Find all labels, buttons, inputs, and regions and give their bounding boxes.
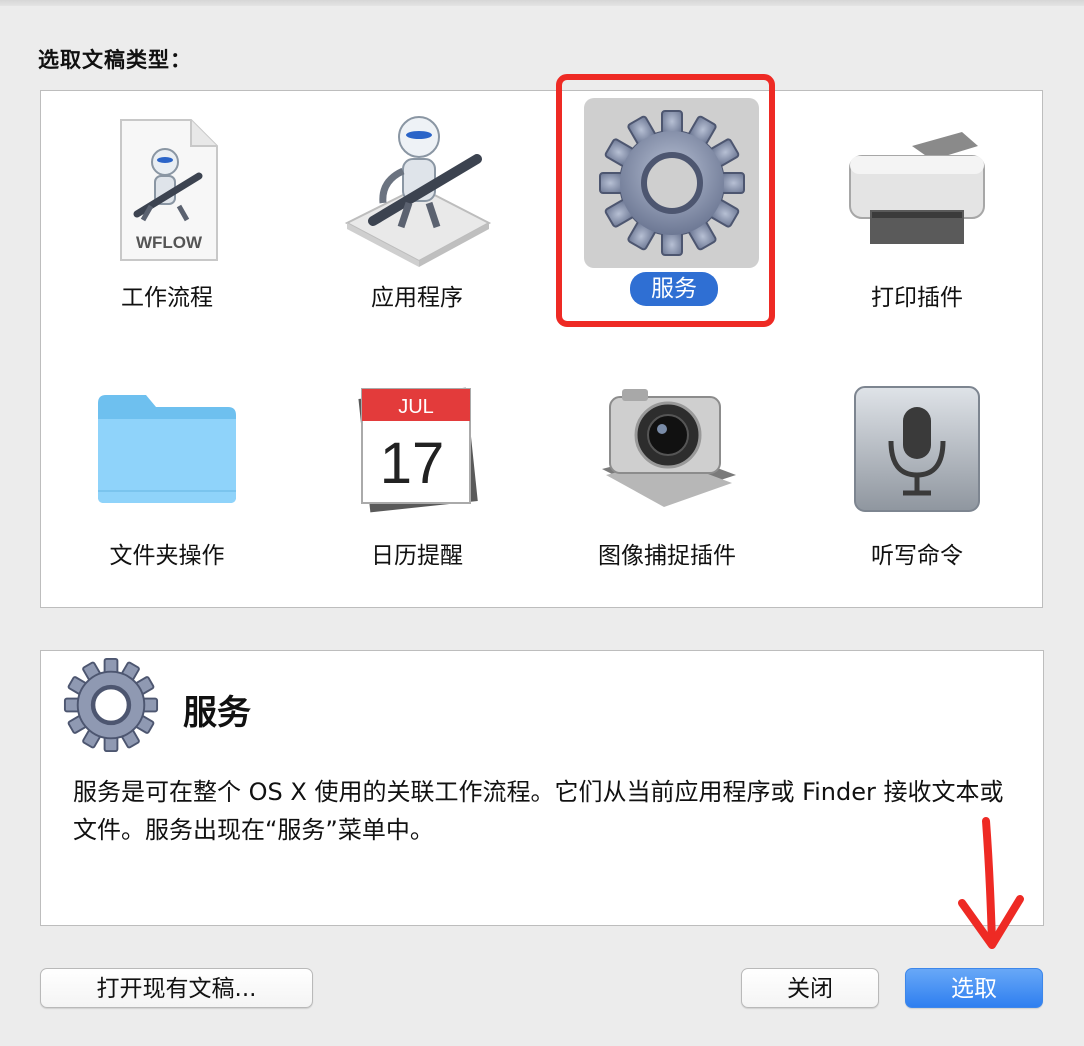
calendar-icon: JUL 17 xyxy=(337,369,497,529)
doc-type-dictation-command[interactable]: 听写命令 xyxy=(817,361,1017,591)
printer-icon xyxy=(837,111,997,271)
doc-type-label: 打印插件 xyxy=(871,285,963,311)
doc-type-print-plugin[interactable]: 打印插件 xyxy=(817,103,1017,333)
doc-type-label: 工作流程 xyxy=(121,285,213,311)
doc-type-label: 应用程序 xyxy=(371,285,463,311)
doc-type-folder-action[interactable]: 文件夹操作 xyxy=(67,361,267,591)
document-type-grid: WFLOW 工作流程 应用程序 服务 打印插件 文件夹操作 JUL 17 日历提… xyxy=(40,90,1043,608)
description-panel: 服务 服务是可在整个 OS X 使用的关联工作流程。它们从当前应用程序或 Fin… xyxy=(40,650,1044,926)
doc-type-label: 图像捕捉插件 xyxy=(598,543,736,569)
camera-icon xyxy=(587,369,747,529)
gear-icon xyxy=(63,657,159,753)
dialog-heading: 选取文稿类型： xyxy=(38,48,192,72)
open-existing-document-button[interactable]: 打开现有文稿... xyxy=(40,968,313,1008)
description-text: 服务是可在整个 OS X 使用的关联工作流程。它们从当前应用程序或 Finder… xyxy=(73,778,1004,844)
doc-type-label: 文件夹操作 xyxy=(109,543,225,569)
workflow-file-icon: WFLOW xyxy=(87,111,247,271)
folder-icon xyxy=(87,369,247,529)
doc-type-image-capture-plugin[interactable]: 图像捕捉插件 xyxy=(567,361,767,591)
close-button[interactable]: 关闭 xyxy=(741,968,879,1008)
gear-icon xyxy=(584,98,759,268)
automator-robot-icon xyxy=(337,111,497,271)
description-title: 服务 xyxy=(183,693,251,733)
doc-type-application[interactable]: 应用程序 xyxy=(317,103,517,333)
doc-type-calendar-alarm[interactable]: JUL 17 日历提醒 xyxy=(317,361,517,591)
doc-type-label: 听写命令 xyxy=(871,543,963,569)
microphone-icon xyxy=(837,369,997,529)
calendar-month: JUL xyxy=(398,396,434,418)
workflow-icon-text: WFLOW xyxy=(136,233,203,252)
doc-type-label: 服务 xyxy=(630,272,718,306)
choose-button[interactable]: 选取 xyxy=(905,968,1043,1008)
window-top-edge xyxy=(0,0,1084,6)
calendar-day: 17 xyxy=(380,431,445,496)
doc-type-workflow[interactable]: WFLOW 工作流程 xyxy=(67,103,267,333)
doc-type-label: 日历提醒 xyxy=(371,543,463,569)
doc-type-service[interactable]: 服务 xyxy=(567,91,767,321)
